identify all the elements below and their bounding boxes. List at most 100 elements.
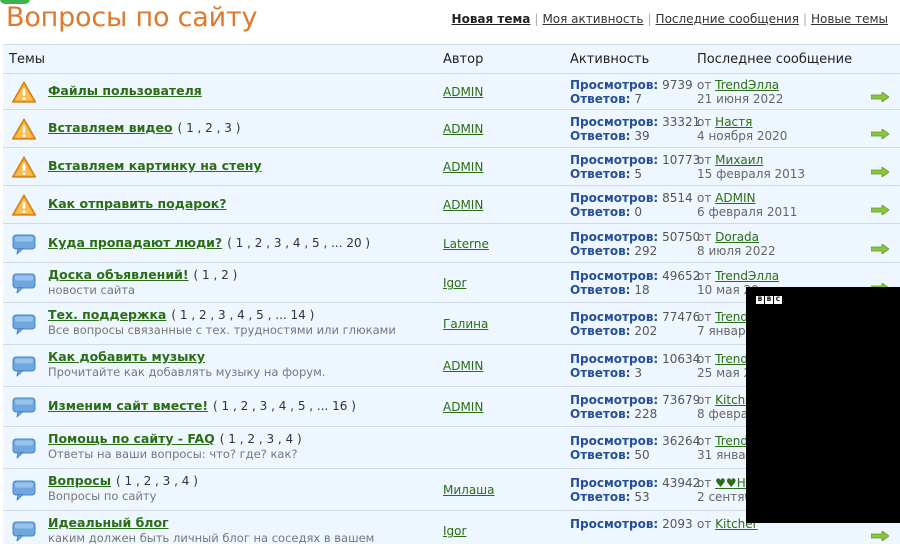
warning-icon [11, 193, 37, 217]
column-last-post: Последнее сообщение [697, 52, 853, 67]
author-link[interactable]: ADMIN [443, 122, 483, 136]
topic-title: Доска объявлений! ( 1 , 2 ) [48, 267, 237, 282]
author-cell: ADMIN [443, 122, 483, 136]
replies-label: Ответов: [570, 366, 631, 380]
author-link[interactable]: ADMIN [443, 198, 483, 212]
warning-icon [11, 155, 37, 179]
topic-link[interactable]: Изменим сайт вместе! [48, 398, 208, 413]
topic-link[interactable]: Вставляем видео [48, 120, 173, 135]
topic-link[interactable]: Как добавить музыку [48, 349, 205, 364]
from-label: от [697, 476, 712, 490]
topic-pages[interactable]: ( 1 , 2 , 3 , 4 , 5 , ... 14 ) [171, 308, 314, 322]
from-label: от [697, 393, 712, 407]
topic-pages[interactable]: ( 1 , 2 , 3 , 4 , 5 , ... 20 ) [227, 236, 370, 250]
views-label: Просмотров: [570, 230, 659, 244]
from-label: от [697, 269, 712, 283]
views-label: Просмотров: [570, 517, 659, 531]
topic-link[interactable]: Тех. поддержка [48, 307, 166, 322]
topic-pages[interactable]: ( 1 , 2 ) [194, 268, 238, 282]
new-topic-link[interactable]: Новая тема [452, 12, 531, 26]
replies-count: 53 [634, 490, 650, 504]
header-links: Новая тема | Моя активность | Последние сооб… [452, 12, 888, 26]
activity-cell: Просмотров: 8514 Ответов: 0 [570, 191, 693, 219]
column-topics: Темы [9, 52, 46, 67]
author-link[interactable]: ADMIN [443, 400, 483, 414]
topic-link[interactable]: Куда пропадают люди? [48, 235, 222, 250]
bbc-logo-letter: C [774, 296, 782, 304]
last-post-user-link[interactable]: TrendЭлла [715, 269, 779, 283]
speech-bubble-icon [11, 271, 37, 295]
views-count: 43942 [662, 476, 701, 490]
views-label: Просмотров: [570, 115, 659, 129]
author-cell: ADMIN [443, 160, 483, 174]
speech-bubble-icon [11, 519, 37, 543]
last-post-user-link[interactable]: Настя [715, 115, 752, 129]
activity-cell: Просмотров: 43942 Ответов: 53 [570, 476, 700, 504]
go-to-last-post-arrow-icon[interactable] [870, 162, 890, 178]
last-post-user-link[interactable]: TrendЭлла [715, 78, 779, 92]
topic-link[interactable]: Идеальный блог [48, 515, 169, 530]
topic-link[interactable]: Доска объявлений! [48, 267, 189, 282]
go-to-last-post-arrow-icon[interactable] [870, 526, 890, 542]
topic-pages[interactable]: ( 1 , 2 , 3 , 4 ) [220, 432, 302, 446]
views-label: Просмотров: [570, 153, 659, 167]
views-label: Просмотров: [570, 434, 659, 448]
activity-cell: Просмотров: 36264 Ответов: 50 [570, 434, 700, 462]
speech-bubble-icon [11, 312, 37, 336]
speech-bubble-icon [11, 232, 37, 256]
views-label: Просмотров: [570, 310, 659, 324]
topic-description: Ответы на ваши вопросы: что? где? как? [48, 447, 298, 461]
topic-pages[interactable]: ( 1 , 2 , 3 , 4 , 5 , ... 16 ) [213, 399, 356, 413]
views-label: Просмотров: [570, 78, 659, 92]
author-link[interactable]: ADMIN [443, 85, 483, 99]
last-post-date: 15 февраля 2013 [697, 167, 806, 181]
activity-cell: Просмотров: 10773 Ответов: 5 [570, 153, 700, 181]
replies-count: 228 [634, 407, 658, 421]
go-to-last-post-arrow-icon[interactable] [870, 124, 890, 140]
latest-posts-link[interactable]: Последние сообщения [656, 12, 799, 26]
from-label: от [697, 78, 712, 92]
speech-bubble-icon [11, 395, 37, 419]
last-post-cell: от Dorada 8 июля 2022 [697, 230, 776, 258]
replies-label: Ответов: [570, 407, 631, 421]
topic-title: Помощь по сайту - FAQ ( 1 , 2 , 3 , 4 ) [48, 431, 302, 446]
author-cell: Laterne [443, 237, 489, 251]
column-author: Автор [443, 52, 484, 67]
my-activity-link[interactable]: Моя активность [542, 12, 643, 26]
go-to-last-post-arrow-icon[interactable] [870, 239, 890, 255]
new-topics-link[interactable]: Новые темы [811, 12, 888, 26]
activity-cell: Просмотров: 49652 Ответов: 18 [570, 269, 700, 297]
author-link[interactable]: Галина [443, 317, 488, 331]
video-player-overlay[interactable]: B B C [746, 287, 900, 523]
replies-count: 50 [634, 448, 650, 462]
last-post-user-link[interactable]: Dorada [715, 230, 759, 244]
author-cell: ADMIN [443, 198, 483, 212]
replies-label: Ответов: [570, 244, 631, 258]
author-link[interactable]: Милаша [443, 483, 495, 497]
table-row: Файлы пользователя ADMIN Просмотров: 9739 О… [3, 73, 900, 109]
topic-pages[interactable]: ( 1 , 2 , 3 , 4 ) [116, 474, 198, 488]
views-count: 36264 [662, 434, 701, 448]
topic-link[interactable]: Вопросы [48, 473, 111, 488]
topic-link[interactable]: Помощь по сайту - FAQ [48, 431, 215, 446]
last-post-user-link[interactable]: Михаил [715, 153, 763, 167]
topic-link[interactable]: Как отправить подарок? [48, 196, 227, 211]
topic-title: Как добавить музыку [48, 349, 205, 364]
author-link[interactable]: Igor [443, 524, 466, 538]
author-link[interactable]: Igor [443, 276, 466, 290]
topic-pages[interactable]: ( 1 , 2 , 3 ) [178, 121, 241, 135]
activity-cell: Просмотров: 2093 [570, 517, 693, 531]
views-label: Просмотров: [570, 269, 659, 283]
column-activity: Активность [570, 52, 650, 67]
topic-link[interactable]: Файлы пользователя [48, 83, 202, 98]
go-to-last-post-arrow-icon[interactable] [870, 200, 890, 216]
author-link[interactable]: ADMIN [443, 160, 483, 174]
page-header: Вопросы по сайту Новая тема | Моя активнос… [0, 0, 900, 44]
topic-link[interactable]: Вставляем картинку на стену [48, 158, 262, 173]
last-post-user-link[interactable]: ADMIN [715, 191, 755, 205]
speech-bubble-icon [11, 436, 37, 460]
topic-description: Все вопросы связанные с тех. трудностями… [48, 323, 396, 337]
author-link[interactable]: Laterne [443, 237, 489, 251]
go-to-last-post-arrow-icon[interactable] [870, 87, 890, 103]
author-link[interactable]: ADMIN [443, 359, 483, 373]
